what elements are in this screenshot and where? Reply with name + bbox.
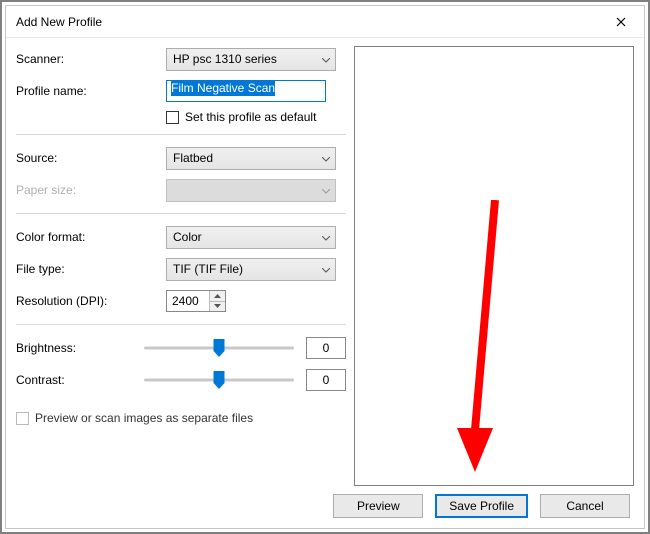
- brightness-label: Brightness:: [16, 341, 144, 355]
- slider-thumb-icon: [214, 339, 225, 357]
- resolution-label: Resolution (DPI):: [16, 294, 166, 308]
- source-value: Flatbed: [173, 151, 213, 165]
- close-button[interactable]: [598, 6, 644, 38]
- color-format-select[interactable]: Color: [166, 226, 336, 249]
- scanner-select[interactable]: HP psc 1310 series: [166, 48, 336, 71]
- slider-thumb-icon: [214, 371, 225, 389]
- resolution-spinner[interactable]: 2400: [166, 290, 226, 312]
- set-default-label: Set this profile as default: [185, 110, 316, 124]
- chevron-down-icon: [322, 52, 330, 66]
- profile-name-input[interactable]: Film Negative Scan: [166, 80, 326, 102]
- contrast-label: Contrast:: [16, 373, 144, 387]
- paper-size-select: [166, 179, 336, 202]
- close-icon: [616, 17, 626, 27]
- divider: [16, 134, 346, 135]
- preview-button[interactable]: Preview: [333, 494, 423, 518]
- set-default-checkbox[interactable]: [166, 111, 179, 124]
- titlebar: Add New Profile: [6, 6, 644, 38]
- preview-pane: [354, 46, 634, 486]
- spinner-up-icon[interactable]: [210, 291, 225, 302]
- profile-name-value: Film Negative Scan: [171, 80, 275, 96]
- chevron-down-icon: [322, 151, 330, 165]
- spinner-down-icon[interactable]: [210, 302, 225, 312]
- profile-name-label: Profile name:: [16, 84, 166, 98]
- button-row: Preview Save Profile Cancel: [16, 486, 634, 518]
- contrast-value: 0: [306, 369, 346, 391]
- add-profile-dialog: Add New Profile Scanner: HP psc 1310 ser…: [5, 5, 645, 529]
- contrast-slider[interactable]: [144, 369, 294, 391]
- color-format-label: Color format:: [16, 230, 166, 244]
- scanner-label: Scanner:: [16, 52, 166, 66]
- file-type-value: TIF (TIF File): [173, 262, 243, 276]
- separate-files-label: Preview or scan images as separate files: [35, 411, 253, 425]
- divider: [16, 324, 346, 325]
- source-label: Source:: [16, 151, 166, 165]
- form-column: Scanner: HP psc 1310 series Profile name…: [16, 46, 346, 486]
- source-select[interactable]: Flatbed: [166, 147, 336, 170]
- brightness-value: 0: [306, 337, 346, 359]
- save-profile-button[interactable]: Save Profile: [435, 494, 528, 518]
- file-type-select[interactable]: TIF (TIF File): [166, 258, 336, 281]
- paper-size-label: Paper size:: [16, 183, 166, 197]
- window-title: Add New Profile: [16, 15, 102, 29]
- divider: [16, 213, 346, 214]
- resolution-value: 2400: [167, 291, 209, 311]
- file-type-label: File type:: [16, 262, 166, 276]
- chevron-down-icon: [322, 183, 330, 197]
- color-format-value: Color: [173, 230, 202, 244]
- separate-files-checkbox[interactable]: [16, 412, 29, 425]
- brightness-slider[interactable]: [144, 337, 294, 359]
- chevron-down-icon: [322, 230, 330, 244]
- cancel-button[interactable]: Cancel: [540, 494, 630, 518]
- scanner-value: HP psc 1310 series: [173, 52, 277, 66]
- chevron-down-icon: [322, 262, 330, 276]
